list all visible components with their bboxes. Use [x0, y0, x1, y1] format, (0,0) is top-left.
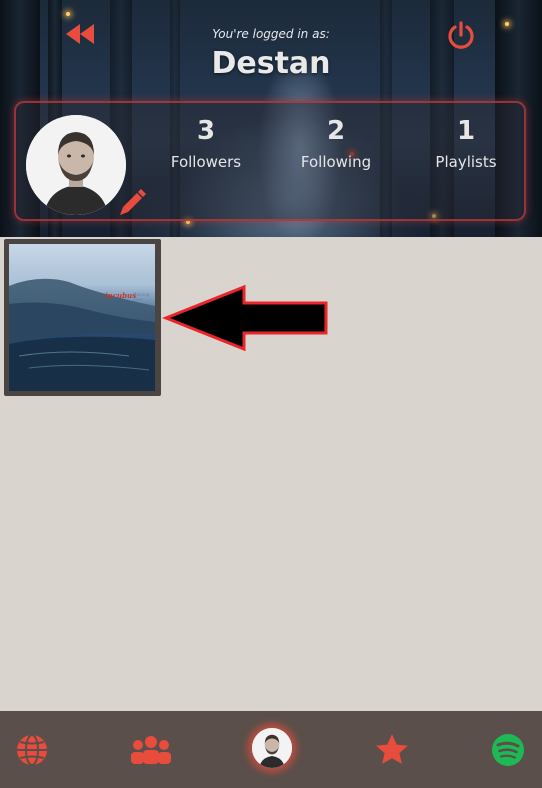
- avatar[interactable]: [26, 115, 126, 215]
- profile-stats-card: 3 Followers 2 Following 1 Playlists: [14, 101, 526, 221]
- stat-label: Followers: [170, 153, 242, 171]
- spotify-icon[interactable]: [490, 732, 526, 768]
- globe-icon[interactable]: [14, 732, 50, 768]
- playlist-grid: incubus Morning View: [0, 237, 542, 711]
- star-icon[interactable]: [374, 732, 410, 768]
- album-cover: incubus Morning View: [9, 244, 155, 391]
- stat-following[interactable]: 2 Following: [276, 111, 396, 173]
- username: Destan: [211, 46, 331, 81]
- stat-value: 1: [456, 116, 476, 146]
- profile-header: You're logged in as: Destan 3 Followers …: [0, 0, 542, 237]
- stat-followers[interactable]: 3 Followers: [146, 111, 266, 173]
- playlist-card[interactable]: incubus Morning View: [4, 239, 161, 396]
- arrow-annotation-icon: [162, 284, 328, 352]
- profile-avatar[interactable]: [252, 728, 292, 768]
- stat-label: Following: [300, 153, 372, 171]
- users-icon[interactable]: [130, 732, 172, 768]
- pencil-icon[interactable]: [117, 187, 147, 217]
- header-top-row: You're logged in as: Destan: [0, 0, 542, 90]
- power-icon[interactable]: [446, 20, 476, 50]
- stat-value: 2: [326, 116, 346, 146]
- bottom-nav: [0, 711, 542, 788]
- stat-playlists[interactable]: 1 Playlists: [406, 111, 526, 173]
- stat-value: 3: [196, 116, 216, 146]
- album-subtitle: Morning View: [133, 292, 150, 302]
- album-band: incubus: [105, 291, 137, 300]
- stat-label: Playlists: [435, 153, 497, 171]
